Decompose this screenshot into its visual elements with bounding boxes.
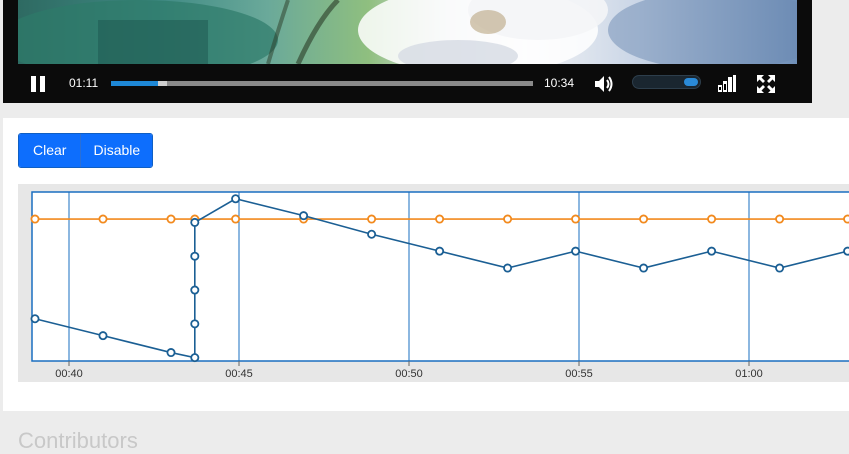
volume-slider[interactable]	[632, 75, 701, 89]
data-point	[98, 214, 108, 224]
data-point	[166, 214, 176, 224]
current-time: 01:11	[69, 76, 99, 90]
data-point	[707, 246, 717, 256]
data-point	[707, 214, 717, 224]
progress-played	[111, 81, 159, 86]
data-point	[190, 251, 200, 261]
timeline-chart[interactable]: 00:40 00:45 00:50 00:55 01:00	[18, 184, 849, 382]
data-point	[775, 263, 785, 273]
data-point	[190, 353, 200, 363]
data-point	[231, 194, 241, 204]
signal-bars-icon[interactable]	[716, 64, 738, 103]
x-tick-label: 00:55	[565, 368, 593, 380]
editor-panel: Clear Disable 00:40 00:45 00:50 00:55 01:00	[3, 118, 849, 411]
data-point	[190, 285, 200, 295]
data-point	[843, 246, 849, 256]
section-heading: Contributors	[18, 428, 138, 453]
data-point	[367, 214, 377, 224]
data-point	[435, 246, 445, 256]
volume-level	[684, 78, 698, 86]
video-frame-image[interactable]	[18, 0, 797, 64]
data-point	[30, 214, 40, 224]
data-point	[299, 211, 309, 221]
data-point	[571, 246, 581, 256]
player-controls: 01:11 10:34	[3, 64, 812, 103]
x-tick-label: 00:40	[55, 368, 83, 380]
fullscreen-icon[interactable]	[755, 64, 777, 103]
data-point	[843, 214, 849, 224]
clear-button[interactable]: Clear	[19, 134, 81, 167]
x-tick-label: 00:45	[225, 368, 253, 380]
data-point	[98, 331, 108, 341]
data-point	[367, 229, 377, 239]
data-point	[503, 263, 513, 273]
data-point	[166, 348, 176, 358]
progress-bar[interactable]	[111, 81, 533, 86]
x-tick-label: 01:00	[735, 368, 763, 380]
volume-icon[interactable]	[593, 64, 615, 103]
data-point	[775, 214, 785, 224]
timeline-chart-svg[interactable]: 00:40 00:45 00:50 00:55 01:00	[18, 184, 849, 382]
data-point	[435, 214, 445, 224]
disable-button[interactable]: Disable	[80, 134, 153, 167]
data-point	[30, 314, 40, 324]
data-point	[231, 214, 241, 224]
data-point	[503, 214, 513, 224]
data-point	[190, 319, 200, 329]
data-point	[190, 217, 200, 227]
data-point	[639, 214, 649, 224]
video-player[interactable]: 01:11 10:34	[3, 0, 812, 103]
duration: 10:34	[544, 76, 575, 90]
pause-icon[interactable]	[27, 64, 49, 103]
video-scene	[18, 0, 797, 64]
data-point	[571, 214, 581, 224]
data-point	[639, 263, 649, 273]
x-tick-label: 00:50	[395, 368, 423, 380]
button-group: Clear Disable	[18, 133, 154, 168]
